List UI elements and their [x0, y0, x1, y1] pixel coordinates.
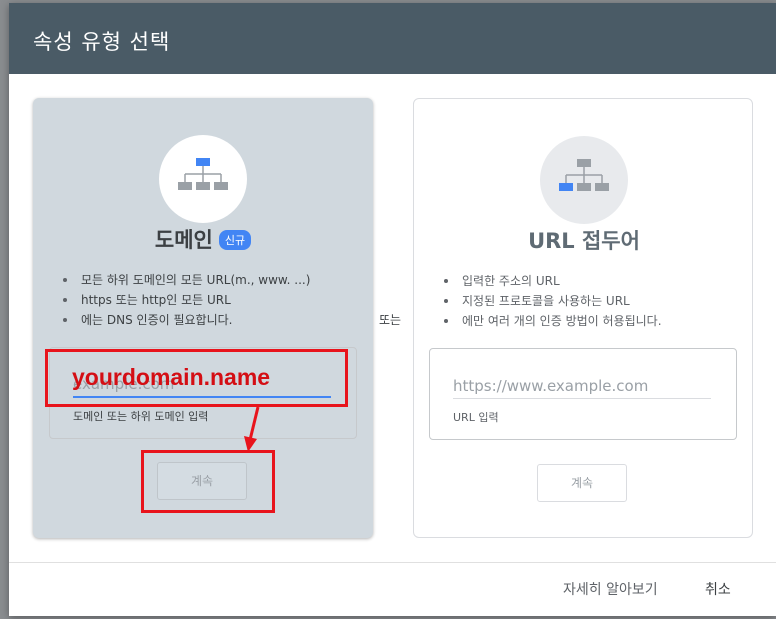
annotation-arrow-icon — [244, 406, 260, 452]
